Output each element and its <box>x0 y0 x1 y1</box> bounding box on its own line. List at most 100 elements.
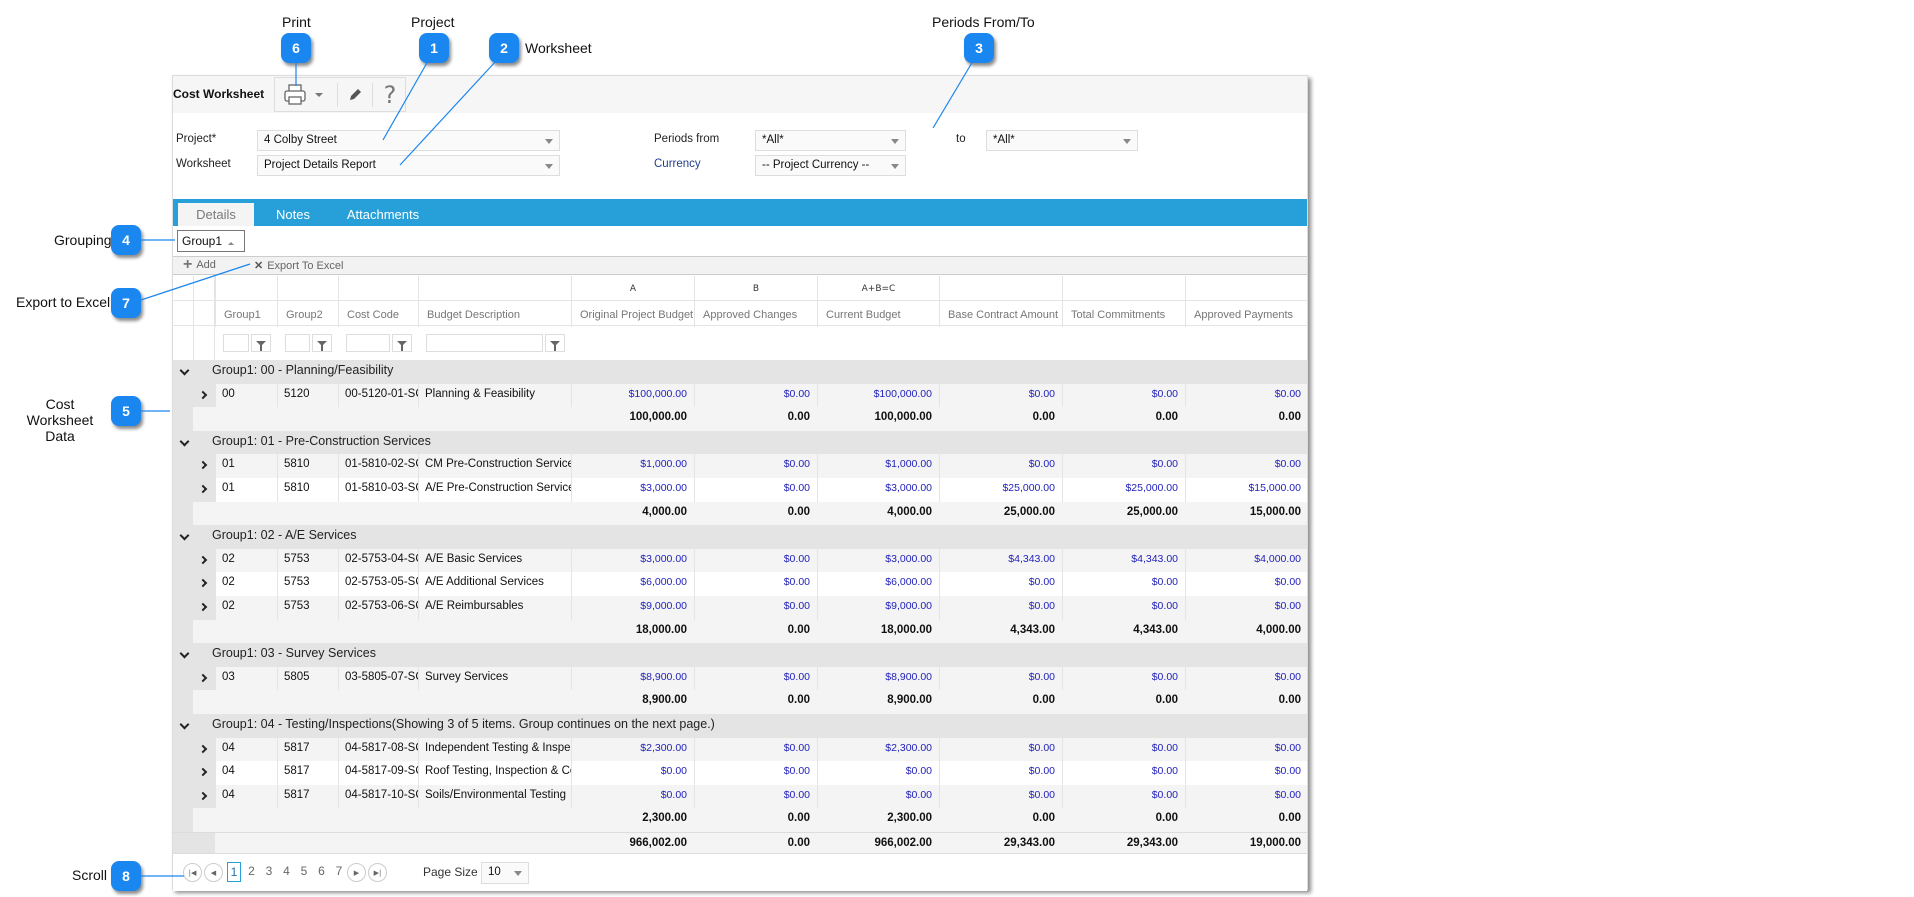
amount-cell[interactable]: $15,000.00 <box>1185 478 1308 502</box>
amount-cell[interactable]: $3,000.00 <box>817 548 939 573</box>
amount-cell[interactable]: $0.00 <box>939 666 1062 691</box>
amount-cell[interactable]: $0.00 <box>1062 383 1185 408</box>
amount-cell[interactable]: $1,000.00 <box>817 454 939 478</box>
filter-input[interactable] <box>426 334 543 352</box>
print-options-dropdown[interactable] <box>311 78 327 111</box>
column-header[interactable]: Group1 <box>215 301 277 327</box>
help-button[interactable]: ? <box>375 78 405 111</box>
amount-cell[interactable]: $0.00 <box>1062 666 1185 691</box>
amount-cell[interactable]: $4,343.00 <box>939 548 1062 573</box>
filter-input[interactable] <box>346 334 390 352</box>
amount-cell[interactable]: $6,000.00 <box>817 572 939 596</box>
group-header-row[interactable]: Group1: 01 - Pre-Construction Services <box>173 430 1307 455</box>
filter-button[interactable] <box>392 334 412 352</box>
table-row[interactable]: 04 5817 04-5817-08-SC Independent Testing &… <box>173 737 1308 762</box>
page-size-select[interactable]: 10 <box>481 862 529 884</box>
table-row[interactable]: 04 5817 04-5817-10-SC Soils/Environmental T… <box>173 784 1308 809</box>
tab-notes[interactable]: Notes <box>263 203 323 226</box>
tab-attachments[interactable]: Attachments <box>333 203 433 226</box>
filter-input[interactable] <box>223 334 249 352</box>
amount-cell[interactable]: $9,000.00 <box>571 596 694 620</box>
table-row[interactable]: 01 5810 01-5810-02-SC CM Pre-Construction S… <box>173 454 1307 478</box>
amount-cell[interactable]: $3,000.00 <box>817 478 939 502</box>
amount-cell[interactable]: $0.00 <box>939 761 1062 785</box>
amount-cell[interactable]: $0.00 <box>1185 572 1308 596</box>
amount-cell[interactable]: $100,000.00 <box>817 383 939 408</box>
amount-cell[interactable]: $8,900.00 <box>817 666 939 691</box>
amount-cell[interactable]: $0.00 <box>694 737 817 762</box>
amount-cell[interactable]: $0.00 <box>694 454 817 478</box>
amount-cell[interactable]: $0.00 <box>694 572 817 596</box>
amount-cell[interactable]: $0.00 <box>1185 383 1308 408</box>
chevron-down-icon[interactable] <box>179 648 190 659</box>
amount-cell[interactable]: $2,300.00 <box>817 737 939 762</box>
amount-cell[interactable]: $3,000.00 <box>571 478 694 502</box>
amount-cell[interactable]: $100,000.00 <box>571 383 694 408</box>
amount-cell[interactable]: $0.00 <box>1185 784 1308 809</box>
amount-cell[interactable]: $4,343.00 <box>1062 548 1185 573</box>
amount-cell[interactable]: $0.00 <box>1185 737 1308 762</box>
amount-cell[interactable]: $0.00 <box>817 761 939 785</box>
chevron-down-icon[interactable] <box>179 365 190 376</box>
amount-cell[interactable]: $9,000.00 <box>817 596 939 620</box>
amount-cell[interactable]: $6,000.00 <box>571 572 694 596</box>
column-header[interactable]: Approved Payments <box>1185 301 1308 327</box>
add-button[interactable]: + Add <box>183 257 216 273</box>
edit-button[interactable] <box>341 78 369 111</box>
amount-cell[interactable]: $0.00 <box>1185 454 1308 478</box>
amount-cell[interactable]: $0.00 <box>817 784 939 809</box>
group-header-row[interactable]: Group1: 00 - Planning/Feasibility <box>173 360 1307 384</box>
amount-cell[interactable]: $0.00 <box>694 666 817 691</box>
amount-cell[interactable]: $0.00 <box>939 383 1062 408</box>
page-4-button[interactable]: 4 <box>280 864 294 878</box>
column-header[interactable]: Budget Description <box>418 301 571 327</box>
column-header[interactable]: Group2 <box>277 301 338 327</box>
amount-cell[interactable]: $0.00 <box>694 761 817 785</box>
filter-input[interactable] <box>285 334 310 352</box>
group-header-row[interactable]: Group1: 04 - Testing/Inspections(Showing… <box>173 714 1307 738</box>
periods-from-select[interactable]: *All* <box>755 130 906 151</box>
amount-cell[interactable]: $0.00 <box>1185 596 1308 620</box>
filter-button[interactable] <box>545 334 565 352</box>
column-header[interactable]: Current Budget <box>817 301 939 327</box>
amount-cell[interactable]: $0.00 <box>1062 572 1185 596</box>
amount-cell[interactable]: $0.00 <box>1062 784 1185 809</box>
amount-cell[interactable]: $0.00 <box>1062 596 1185 620</box>
first-page-button[interactable]: |◀ <box>183 863 202 882</box>
amount-cell[interactable]: $0.00 <box>694 784 817 809</box>
filter-button[interactable] <box>312 334 332 352</box>
amount-cell[interactable]: $0.00 <box>939 784 1062 809</box>
project-select[interactable]: 4 Colby Street <box>257 130 560 151</box>
chevron-down-icon[interactable] <box>179 530 190 541</box>
grouping-chip[interactable]: Group1 <box>177 230 245 252</box>
table-row[interactable]: 02 5753 02-5753-06-SC A/E Reimbursables $9,0… <box>173 596 1307 620</box>
chevron-down-icon[interactable] <box>179 719 190 730</box>
amount-cell[interactable]: $0.00 <box>939 596 1062 620</box>
amount-cell[interactable]: $0.00 <box>694 548 817 573</box>
table-row[interactable]: 01 5810 01-5810-03-SC A/E Pre-Construction … <box>173 478 1307 502</box>
page-7-button[interactable]: 7 <box>332 864 346 878</box>
amount-cell[interactable]: $1,000.00 <box>571 454 694 478</box>
filter-button[interactable] <box>251 334 271 352</box>
amount-cell[interactable]: $0.00 <box>571 761 694 785</box>
amount-cell[interactable]: $0.00 <box>694 596 817 620</box>
table-row[interactable]: 02 5753 02-5753-04-SC A/E Basic Services $3,… <box>173 548 1307 573</box>
periods-to-select[interactable]: *All* <box>986 130 1138 151</box>
column-header[interactable]: Cost Code <box>338 301 418 327</box>
page-1-button[interactable]: 1 <box>227 862 241 882</box>
amount-cell[interactable]: $0.00 <box>1185 666 1308 691</box>
amount-cell[interactable]: $0.00 <box>571 784 694 809</box>
table-row[interactable]: 00 5120 00-5120-01-SC Planning & Feasibilit… <box>173 383 1308 408</box>
group-header-row[interactable]: Group1: 03 - Survey Services <box>173 643 1307 667</box>
amount-cell[interactable]: $0.00 <box>694 478 817 502</box>
amount-cell[interactable]: $0.00 <box>1062 454 1185 478</box>
page-2-button[interactable]: 2 <box>245 864 259 878</box>
export-to-excel-button[interactable]: ✕ Export To Excel <box>254 259 343 273</box>
amount-cell[interactable]: $0.00 <box>939 572 1062 596</box>
amount-cell[interactable]: $0.00 <box>1062 761 1185 785</box>
amount-cell[interactable]: $0.00 <box>939 454 1062 478</box>
column-header[interactable]: Total Commitments <box>1062 301 1185 327</box>
chevron-down-icon[interactable] <box>179 436 190 447</box>
amount-cell[interactable]: $2,300.00 <box>571 737 694 762</box>
amount-cell[interactable]: $0.00 <box>1062 737 1185 762</box>
